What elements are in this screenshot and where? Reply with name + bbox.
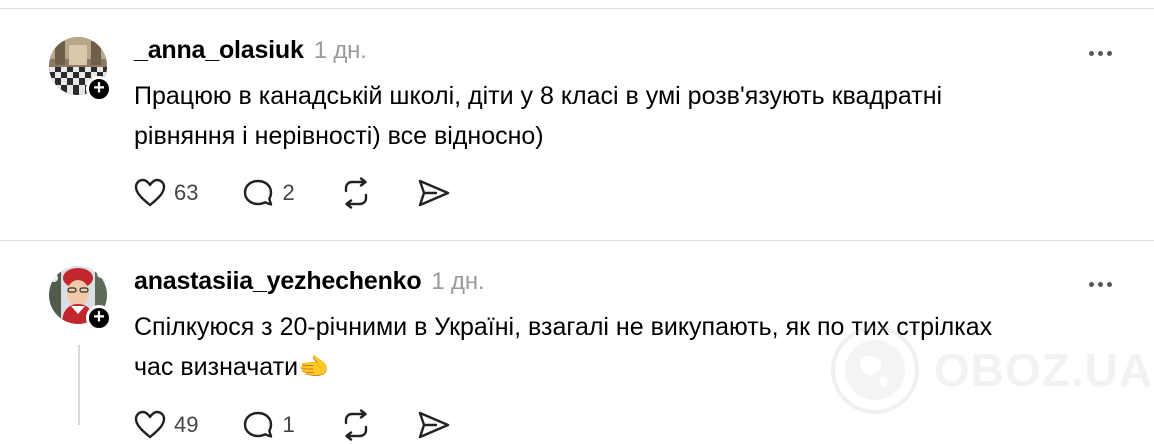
follow-plus-icon[interactable]: + [86,305,112,331]
follow-plus-icon[interactable]: + [86,76,112,102]
username-row: _anna_olasiuk 1 дн. [134,36,367,65]
reply-count: 1 [282,412,295,437]
like-button[interactable]: 49 [134,410,198,440]
timestamp: 1 дн. [313,37,367,64]
watermark: OBOZ.UA [830,325,1153,415]
comment-bubble-icon [244,411,273,438]
avatar-container[interactable]: + [49,266,112,331]
thread-line [78,345,80,425]
comment-text: Працюю в канадській школі, діти у 8 клас… [134,76,1094,156]
repost-icon [344,409,367,441]
heart-icon [134,178,166,207]
username-link[interactable]: anastasiia_yezhechenko [134,267,422,295]
username-row: anastasiia_yezhechenko 1 дн. [134,267,485,296]
comment-post: + _anna_olasiuk 1 дн. Працюю в канадській… [0,0,1154,240]
action-bar: 49 1 [134,408,495,442]
heart-icon [134,410,166,439]
username-link[interactable]: _anna_olasiuk [134,36,304,64]
send-icon [418,411,449,439]
avatar-container[interactable]: + [49,37,112,102]
share-button[interactable] [417,178,451,208]
reply-count: 2 [282,180,295,205]
more-dots-icon[interactable] [1085,273,1112,287]
more-dots-icon[interactable] [1085,42,1112,56]
comment-text-line: рівняння і нерівності) все відносно) [134,122,544,150]
send-icon [418,179,449,207]
like-button[interactable]: 63 [134,178,198,208]
timestamp: 1 дн. [431,268,485,295]
share-button[interactable] [417,410,451,440]
comment-text-line: Працюю в канадській школі, діти у 8 клас… [134,82,943,110]
comment-bubble-icon [244,179,273,206]
like-count: 49 [174,412,199,437]
reply-button[interactable]: 1 [242,410,295,440]
globe-logo-icon [831,326,919,414]
watermark-text: OBOZ.UA [934,344,1154,396]
repost-icon [344,177,367,209]
repost-button[interactable] [339,409,373,441]
action-bar: 63 2 [134,176,495,210]
reply-button[interactable]: 2 [242,178,295,208]
like-count: 63 [174,180,199,205]
threads-comments-page: + _anna_olasiuk 1 дн. Працюю в канадській… [0,0,1154,444]
repost-button[interactable] [339,177,373,209]
